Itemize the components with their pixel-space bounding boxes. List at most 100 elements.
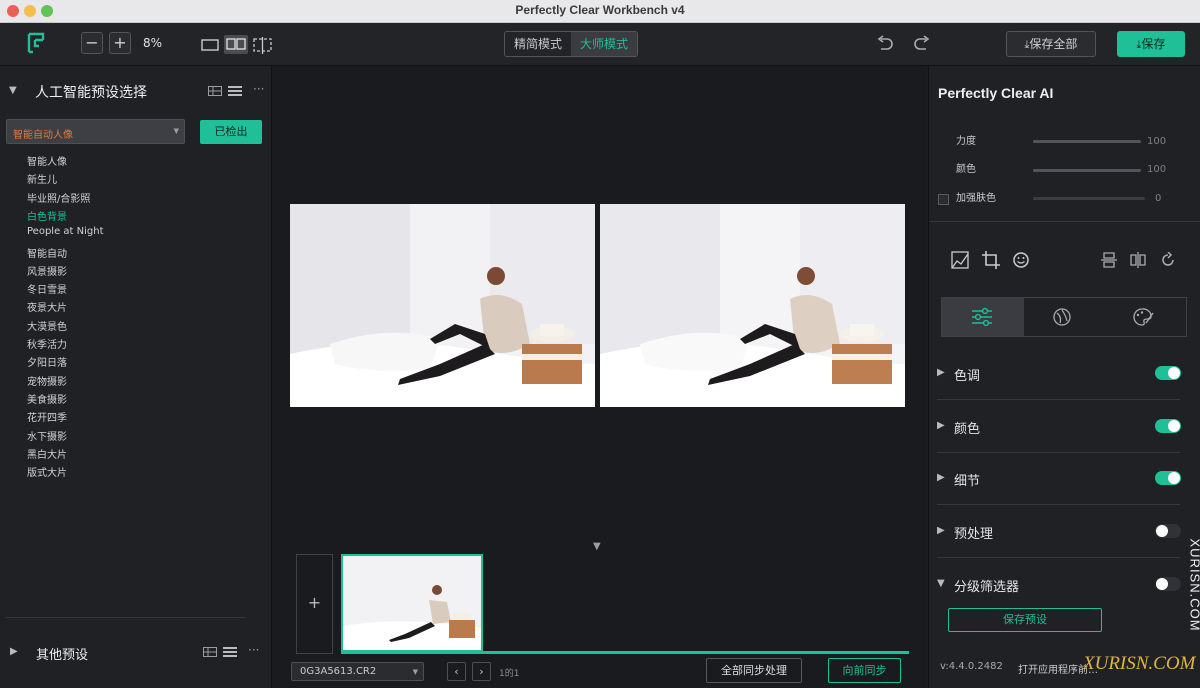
preset-item[interactable]: 风景摄影 bbox=[27, 263, 67, 278]
original-image[interactable] bbox=[290, 204, 595, 407]
preset-item[interactable]: 智能人像 bbox=[27, 153, 67, 168]
list-view-icon[interactable] bbox=[228, 85, 242, 97]
crop-icon[interactable] bbox=[982, 251, 1000, 269]
flip-horizontal-icon[interactable] bbox=[1130, 252, 1146, 268]
skin-boost-checkbox[interactable] bbox=[938, 194, 949, 205]
photo-before-icon bbox=[290, 204, 595, 407]
other-list-view-icon[interactable] bbox=[223, 646, 237, 658]
dropdown-arrow-icon: ▼ bbox=[173, 127, 179, 135]
face-icon[interactable] bbox=[1012, 251, 1030, 269]
split-view-icon[interactable] bbox=[253, 37, 272, 54]
section-label: 色调 bbox=[954, 369, 981, 384]
tab-palette-icon[interactable] bbox=[1132, 307, 1154, 327]
next-image-button[interactable]: › bbox=[472, 662, 491, 681]
filmstrip-toggle-icon[interactable]: ▼ bbox=[593, 541, 601, 552]
toggle-knob bbox=[1168, 472, 1180, 485]
app-logo-icon bbox=[27, 32, 45, 54]
preset-item[interactable]: 毕业照/合影照 bbox=[27, 190, 90, 205]
preset-item[interactable]: 秋季活力 bbox=[27, 336, 67, 351]
section-divider bbox=[937, 399, 1180, 400]
toggle-knob bbox=[1156, 577, 1168, 590]
section-toggle[interactable] bbox=[1155, 366, 1181, 380]
tab-adjustments[interactable] bbox=[942, 298, 1024, 336]
toggle-knob bbox=[1168, 419, 1180, 432]
preset-item[interactable]: 花开四季 bbox=[27, 409, 67, 424]
preset-item[interactable]: 大漠景色 bbox=[27, 318, 67, 333]
processed-image[interactable] bbox=[600, 204, 905, 407]
version-label: v:4.4.0.2482 bbox=[940, 661, 1003, 672]
mode-simple-tab[interactable]: 精简模式 bbox=[505, 32, 571, 56]
skin-boost-value: 0 bbox=[1155, 193, 1162, 204]
color-label: 颜色 bbox=[956, 164, 976, 175]
grid-view-icon[interactable] bbox=[208, 86, 222, 96]
section-toggle[interactable] bbox=[1155, 576, 1181, 591]
preset-item[interactable]: 白色背景 bbox=[27, 208, 67, 223]
color-slider[interactable] bbox=[1033, 169, 1141, 172]
more-icon[interactable]: ··· bbox=[253, 82, 264, 96]
zoom-in-button[interactable]: + bbox=[109, 32, 131, 54]
zoom-out-button[interactable]: − bbox=[81, 32, 103, 54]
redo-icon[interactable] bbox=[913, 35, 931, 51]
other-more-icon[interactable]: ··· bbox=[248, 643, 259, 657]
prev-image-button[interactable]: ‹ bbox=[447, 662, 466, 681]
section-expand-icon[interactable]: ▶ bbox=[937, 420, 945, 431]
mode-switch: 精简模式 大师模式 bbox=[504, 31, 638, 57]
section-label: 颜色 bbox=[954, 421, 981, 437]
sync-forward-button[interactable]: 向前同步 bbox=[828, 658, 901, 683]
preset-item[interactable]: People at Night bbox=[27, 226, 104, 237]
rotate-icon[interactable] bbox=[1160, 252, 1176, 268]
mode-master-tab[interactable]: 大师模式 bbox=[571, 32, 637, 56]
thumbnail-photo-icon bbox=[343, 556, 481, 650]
file-select[interactable]: 0G3A5613.CR2 ▼ bbox=[291, 662, 424, 681]
preset-item[interactable]: 宠物摄影 bbox=[27, 373, 67, 388]
section-row[interactable]: ▶ 预处理 bbox=[937, 523, 1184, 575]
preset-item[interactable]: 美食摄影 bbox=[27, 391, 67, 406]
preset-item[interactable]: 水下摄影 bbox=[27, 428, 67, 443]
filmstrip-thumbnail[interactable] bbox=[341, 554, 483, 652]
preset-item[interactable]: 黑白大片 bbox=[27, 446, 67, 461]
strength-slider[interactable] bbox=[1033, 140, 1141, 143]
histogram-icon[interactable] bbox=[951, 251, 969, 269]
preset-dropdown-value: 智能自动人像 bbox=[13, 130, 73, 141]
section-row[interactable]: ▶ 颜色 bbox=[937, 418, 1184, 470]
section-expand-icon[interactable]: ▶ bbox=[937, 367, 945, 378]
single-view-icon[interactable] bbox=[201, 39, 219, 51]
side-by-side-view-button[interactable] bbox=[224, 35, 248, 54]
skin-boost-slider[interactable] bbox=[1033, 197, 1145, 200]
preset-item[interactable]: 夕阳日落 bbox=[27, 354, 67, 369]
save-all-button[interactable]: ⤓保存全部 bbox=[1006, 31, 1096, 57]
checkout-button[interactable]: 已检出 bbox=[200, 120, 262, 144]
preset-item[interactable]: 冬日雪景 bbox=[27, 281, 67, 296]
tab-effects-icon[interactable] bbox=[1052, 307, 1072, 327]
save-button[interactable]: ⤓保存 bbox=[1117, 31, 1185, 57]
color-value: 100 bbox=[1147, 164, 1167, 175]
section-toggle[interactable] bbox=[1155, 524, 1181, 539]
section-row[interactable]: ▶ 细节 bbox=[937, 470, 1184, 522]
section-expand-icon[interactable]: ▶ bbox=[937, 525, 945, 536]
preset-item[interactable]: 版式大片 bbox=[27, 464, 67, 479]
preset-dropdown[interactable]: 智能自动人像 ▼ bbox=[6, 119, 185, 144]
preset-item[interactable]: 夜景大片 bbox=[27, 299, 67, 314]
add-image-button[interactable]: + bbox=[296, 554, 333, 654]
section-label: 分级筛选器 bbox=[954, 579, 1020, 595]
section-expand-icon[interactable]: ▶ bbox=[937, 472, 945, 483]
section-toggle[interactable] bbox=[1155, 471, 1181, 486]
expand-arrow-icon[interactable]: ▶ bbox=[10, 646, 18, 657]
section-divider bbox=[937, 504, 1180, 506]
section-toggle[interactable] bbox=[1155, 418, 1181, 433]
save-preset-button[interactable]: 保存预设 bbox=[948, 608, 1102, 632]
save-all-label: 保存全部 bbox=[1029, 37, 1078, 51]
flip-vertical-icon[interactable] bbox=[1101, 252, 1117, 268]
panel-title: Perfectly Clear AI bbox=[938, 85, 1054, 101]
preset-item[interactable]: 新生儿 bbox=[27, 171, 57, 186]
title-bar: Perfectly Clear Workbench v4 bbox=[0, 0, 1200, 23]
collapse-arrow-icon[interactable]: ▼ bbox=[9, 85, 17, 96]
section-expand-icon[interactable]: ▼ bbox=[937, 578, 945, 589]
undo-icon[interactable] bbox=[876, 35, 894, 51]
strength-label: 力度 bbox=[956, 136, 976, 147]
progress-bar bbox=[341, 651, 909, 654]
sync-all-button[interactable]: 全部同步处理 bbox=[706, 658, 802, 683]
section-row[interactable]: ▶ 色调 bbox=[937, 365, 1184, 417]
preset-item[interactable]: 智能自动 bbox=[27, 245, 67, 260]
other-grid-view-icon[interactable] bbox=[203, 647, 217, 657]
